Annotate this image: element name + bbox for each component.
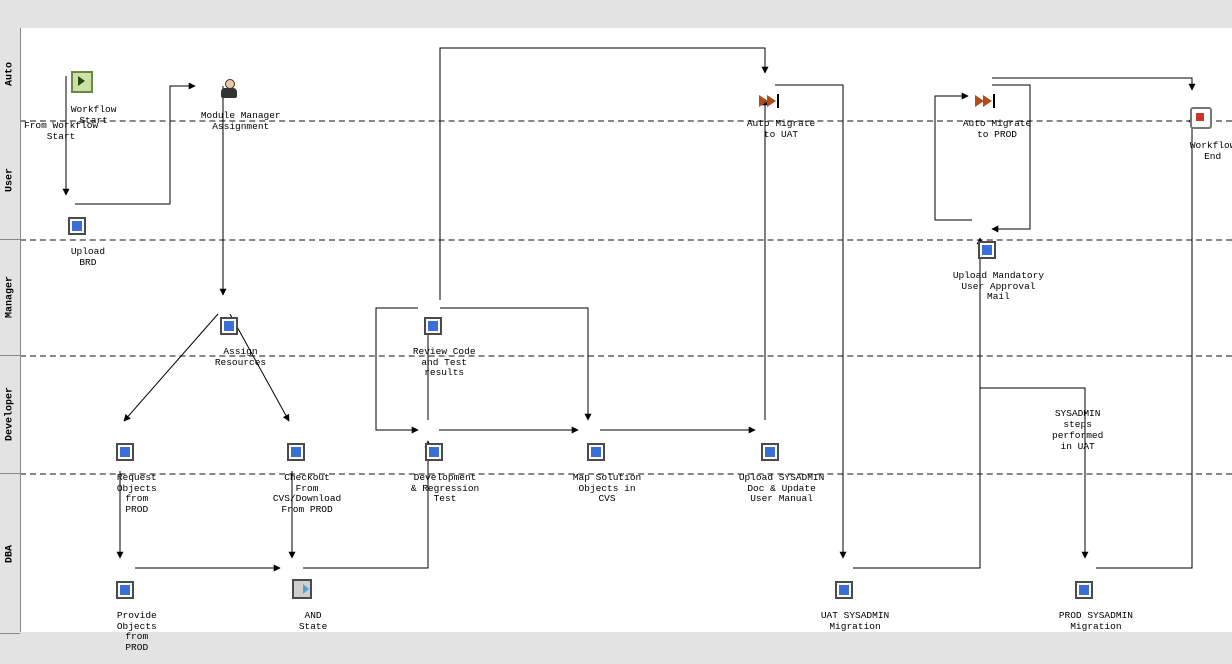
module-manager-assignment[interactable]: Module Manager Assignment [178, 58, 281, 143]
and-state-label: AND State [299, 611, 328, 632]
task-icon [116, 581, 134, 599]
checkout-cvs-label: Checkout From CVS/Download From PROD [273, 473, 341, 515]
swimlane-diagram: Auto User Manager Developer DBA [0, 28, 1232, 632]
task-icon [978, 241, 996, 259]
person-icon [219, 79, 239, 99]
task-icon [424, 317, 442, 335]
prod-sysadmin-migration-label: PROD SYSADMIN Migration [1059, 611, 1133, 632]
lane-label-user: User [0, 120, 20, 240]
lane-separator [20, 239, 1232, 241]
upload-brd-label: Upload BRD [71, 247, 105, 268]
app-header-band [0, 0, 1232, 28]
task-icon [587, 443, 605, 461]
uat-sysadmin-migration[interactable]: UAT SYSADMIN Migration [798, 560, 889, 643]
upload-sysadmin-doc-label: Upload SYSADMIN Doc & Update User Manual [739, 473, 825, 504]
task-icon [835, 581, 853, 599]
prod-sysadmin-migration[interactable]: PROD SYSADMIN Migration [1036, 560, 1133, 643]
lane-label-manager: Manager [0, 239, 20, 356]
lane-label-developer: Developer [0, 355, 20, 474]
auto-migrate-prod[interactable]: Auto Migrate to PROD [940, 74, 1031, 151]
uat-sysadmin-migration-label: UAT SYSADMIN Migration [821, 611, 889, 632]
swimlane-label-column: Auto User Manager Developer DBA [0, 28, 21, 632]
task-icon [220, 317, 238, 335]
lane-label-auto: Auto [0, 28, 20, 120]
task-icon [287, 443, 305, 461]
fast-forward-icon [975, 95, 997, 107]
and-gate-icon [292, 579, 312, 599]
task-icon [761, 443, 779, 461]
provide-objects[interactable]: Provide Objects from PROD [94, 560, 157, 664]
task-icon [116, 443, 134, 461]
development-regression[interactable]: Development & Regression Test [388, 422, 479, 515]
auto-migrate-prod-label: Auto Migrate to PROD [963, 119, 1031, 140]
map-solution[interactable]: Map Solution Objects in CVS [550, 422, 641, 515]
stop-icon [1190, 107, 1212, 129]
sysadmin-steps-label: SYSADMIN steps performed in UAT [1052, 408, 1103, 452]
auto-migrate-uat[interactable]: Auto Migrate to UAT [724, 74, 815, 151]
auto-migrate-uat-label: Auto Migrate to UAT [747, 119, 815, 140]
task-icon [1075, 581, 1093, 599]
upload-brd[interactable]: Upload BRD [48, 196, 105, 279]
provide-objects-label: Provide Objects from PROD [117, 611, 157, 653]
assign-resources-label: Assign Resources [215, 347, 266, 368]
development-regression-label: Development & Regression Test [411, 473, 479, 504]
upload-approval-mail[interactable]: Upload Mandatory User Approval Mail [930, 220, 1044, 313]
upload-approval-mail-label: Upload Mandatory User Approval Mail [953, 271, 1044, 302]
task-icon [68, 217, 86, 235]
lane-label-dba: DBA [0, 473, 20, 634]
checkout-cvs[interactable]: Checkout From CVS/Download From PROD [250, 422, 341, 526]
map-solution-label: Map Solution Objects in CVS [573, 473, 641, 504]
fast-forward-icon [759, 95, 781, 107]
edge-label-from-workflow-start: From Workflow Start [24, 120, 98, 142]
request-objects-label: Request Objects from PROD [117, 473, 157, 515]
request-objects[interactable]: Request Objects from PROD [94, 422, 157, 526]
upload-sysadmin-doc[interactable]: Upload SYSADMIN Doc & Update User Manual [716, 422, 824, 515]
module-manager-assignment-label: Module Manager Assignment [201, 111, 281, 132]
assign-resources[interactable]: Assign Resources [192, 296, 266, 379]
workflow-end-label: Workflow End [1190, 141, 1232, 162]
task-icon [425, 443, 443, 461]
workflow-end[interactable]: Workflow End [1167, 86, 1232, 173]
review-code[interactable]: Review Code and Test results [390, 296, 476, 389]
and-state[interactable]: AND State [276, 558, 327, 643]
review-code-label: Review Code and Test results [413, 347, 476, 378]
play-icon [71, 71, 93, 93]
